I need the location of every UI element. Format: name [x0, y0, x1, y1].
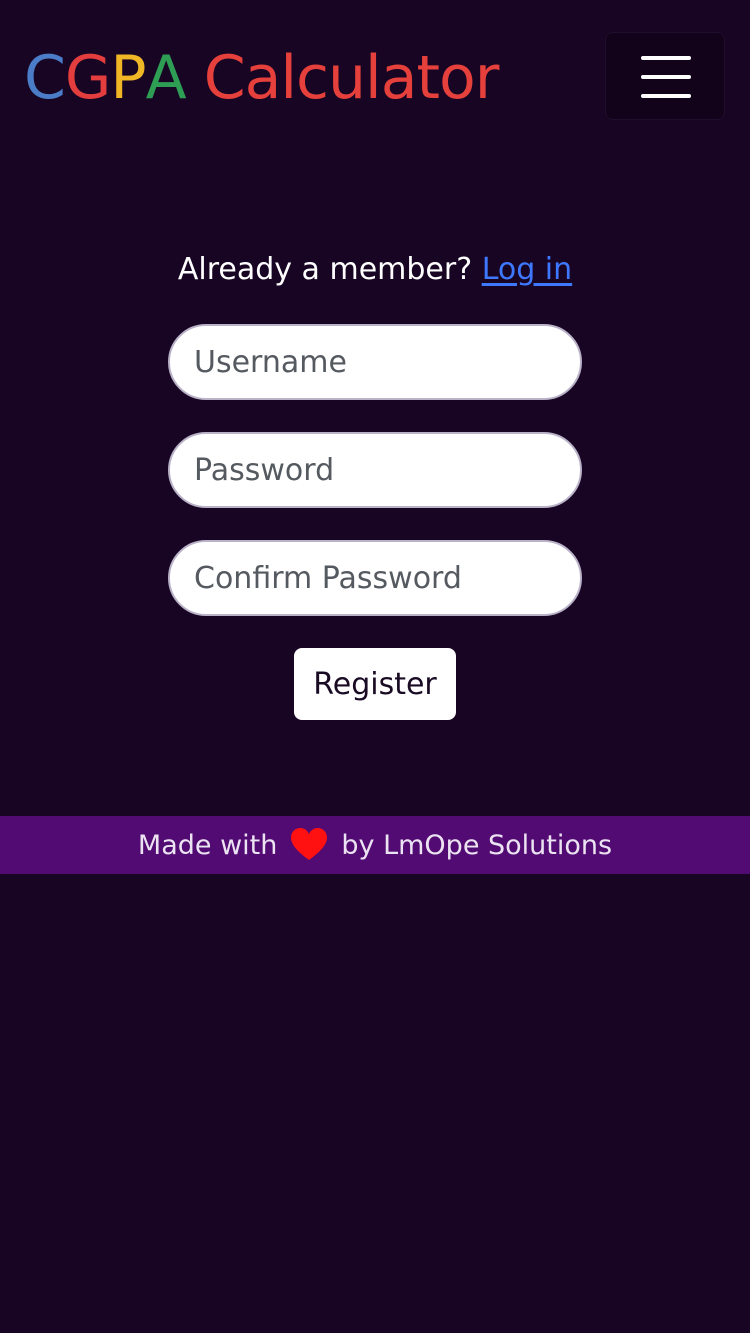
brand-letter-c: C	[24, 43, 66, 113]
brand-letter-g: G	[64, 43, 111, 113]
brand-title[interactable]: CGPA Calculator	[24, 38, 500, 118]
register-button[interactable]: Register	[294, 648, 456, 720]
login-prompt-text: Already a member?	[177, 252, 473, 287]
login-prompt: Already a member? Log in	[0, 248, 750, 292]
hamburger-menu-icon	[641, 56, 691, 98]
brand-letter-p: P	[110, 43, 146, 113]
footer: Made with by LmOpe Solutions	[0, 816, 750, 874]
footer-made-with: Made with	[137, 829, 278, 861]
login-link[interactable]: Log in	[482, 252, 572, 287]
confirm-password-input[interactable]	[168, 540, 582, 616]
username-input[interactable]	[168, 324, 582, 400]
navbar: CGPA Calculator	[0, 0, 750, 160]
footer-by-text: by LmOpe Solutions	[341, 829, 613, 861]
heart-icon	[291, 828, 328, 860]
password-input[interactable]	[168, 432, 582, 508]
brand-letter-a: A	[145, 43, 187, 113]
brand-rest: Calculator	[185, 43, 500, 113]
menu-toggle-button[interactable]	[605, 32, 725, 120]
